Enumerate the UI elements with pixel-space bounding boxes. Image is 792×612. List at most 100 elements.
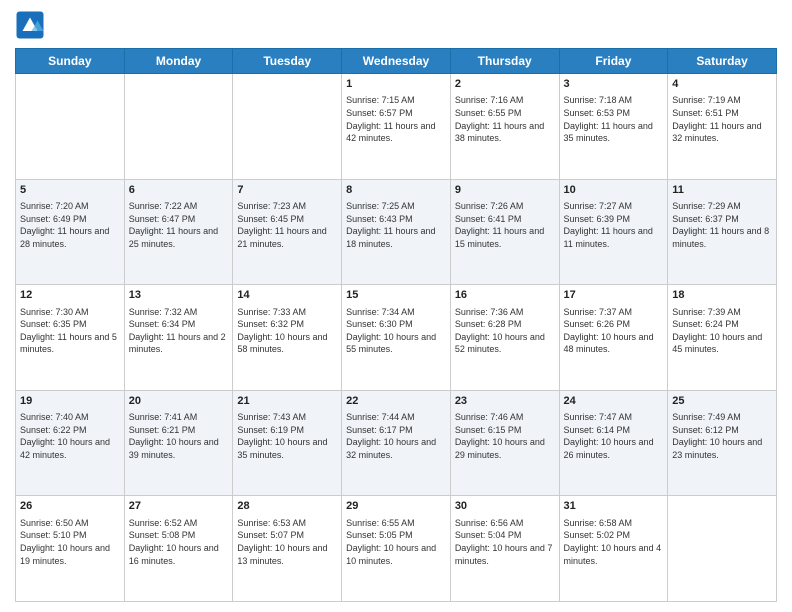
day-number: 19 <box>20 394 120 409</box>
day-cell: 30Sunrise: 6:56 AM Sunset: 5:04 PM Dayli… <box>450 496 559 602</box>
week-row-1: 5 Sunrise: 7:20 AM Sunset: 6:49 PM Daylig… <box>16 179 777 285</box>
day-number: 6 <box>129 183 229 198</box>
day-info: Sunrise: 7:33 AM Sunset: 6:32 PM Dayligh… <box>237 306 337 356</box>
week-row-0: 1 Sunrise: 7:15 AM Sunset: 6:57 PM Daylig… <box>16 74 777 180</box>
day-number: 15 <box>346 288 446 303</box>
day-number: 21 <box>237 394 337 409</box>
day-number: 31 <box>564 499 664 514</box>
day-number: 8 <box>346 183 446 198</box>
day-number: 7 <box>237 183 337 198</box>
day-cell: 11 Sunrise: 7:29 AM Sunset: 6:37 PM Dayli… <box>668 179 777 285</box>
page: SundayMondayTuesdayWednesdayThursdayFrid… <box>0 0 792 612</box>
day-number: 16 <box>455 288 555 303</box>
day-number: 25 <box>672 394 772 409</box>
day-info: Sunrise: 7:29 AM Sunset: 6:37 PM Dayligh… <box>672 200 772 250</box>
header <box>15 10 777 40</box>
logo <box>15 10 47 40</box>
day-number: 28 <box>237 499 337 514</box>
day-cell: 10 Sunrise: 7:27 AM Sunset: 6:39 PM Dayli… <box>559 179 668 285</box>
day-cell: 24 Sunrise: 7:47 AM Sunset: 6:14 PM Dayli… <box>559 390 668 496</box>
day-cell: 27 Sunrise: 6:52 AM Sunset: 5:08 PM Dayli… <box>124 496 233 602</box>
day-info: Sunrise: 7:47 AM Sunset: 6:14 PM Dayligh… <box>564 411 664 461</box>
day-cell: 8 Sunrise: 7:25 AM Sunset: 6:43 PM Daylig… <box>342 179 451 285</box>
day-number: 29 <box>346 499 446 514</box>
day-header-friday: Friday <box>559 49 668 74</box>
day-header-saturday: Saturday <box>668 49 777 74</box>
day-info: Sunrise: 7:36 AM Sunset: 6:28 PM Dayligh… <box>455 306 555 356</box>
day-info: Sunrise: 6:50 AM Sunset: 5:10 PM Dayligh… <box>20 517 120 567</box>
day-cell <box>16 74 125 180</box>
day-number: 1 <box>346 77 446 92</box>
day-number: 18 <box>672 288 772 303</box>
day-cell <box>124 74 233 180</box>
day-info: Sunrise: 7:41 AM Sunset: 6:21 PM Dayligh… <box>129 411 229 461</box>
day-cell: 16 Sunrise: 7:36 AM Sunset: 6:28 PM Dayli… <box>450 285 559 391</box>
week-row-3: 19 Sunrise: 7:40 AM Sunset: 6:22 PM Dayli… <box>16 390 777 496</box>
week-row-2: 12 Sunrise: 7:30 AM Sunset: 6:35 PM Dayli… <box>16 285 777 391</box>
day-cell: 12 Sunrise: 7:30 AM Sunset: 6:35 PM Dayli… <box>16 285 125 391</box>
day-number: 20 <box>129 394 229 409</box>
day-cell: 3Sunrise: 7:18 AM Sunset: 6:53 PM Daylig… <box>559 74 668 180</box>
day-number: 13 <box>129 288 229 303</box>
day-info: Sunrise: 6:56 AM Sunset: 5:04 PM Dayligh… <box>455 517 555 567</box>
day-number: 14 <box>237 288 337 303</box>
day-info: Sunrise: 7:34 AM Sunset: 6:30 PM Dayligh… <box>346 306 446 356</box>
logo-icon <box>15 10 45 40</box>
day-info: Sunrise: 7:44 AM Sunset: 6:17 PM Dayligh… <box>346 411 446 461</box>
day-number: 12 <box>20 288 120 303</box>
day-info: Sunrise: 7:25 AM Sunset: 6:43 PM Dayligh… <box>346 200 446 250</box>
day-number: 24 <box>564 394 664 409</box>
day-info: Sunrise: 7:27 AM Sunset: 6:39 PM Dayligh… <box>564 200 664 250</box>
day-cell: 9 Sunrise: 7:26 AM Sunset: 6:41 PM Daylig… <box>450 179 559 285</box>
day-cell: 19 Sunrise: 7:40 AM Sunset: 6:22 PM Dayli… <box>16 390 125 496</box>
day-cell: 6 Sunrise: 7:22 AM Sunset: 6:47 PM Daylig… <box>124 179 233 285</box>
day-cell: 23Sunrise: 7:46 AM Sunset: 6:15 PM Dayli… <box>450 390 559 496</box>
day-number: 23 <box>455 394 555 409</box>
day-number: 2 <box>455 77 555 92</box>
day-info: Sunrise: 6:52 AM Sunset: 5:08 PM Dayligh… <box>129 517 229 567</box>
day-cell: 20 Sunrise: 7:41 AM Sunset: 6:21 PM Dayli… <box>124 390 233 496</box>
day-info: Sunrise: 6:58 AM Sunset: 5:02 PM Dayligh… <box>564 517 664 567</box>
day-cell: 5 Sunrise: 7:20 AM Sunset: 6:49 PM Daylig… <box>16 179 125 285</box>
day-info: Sunrise: 7:40 AM Sunset: 6:22 PM Dayligh… <box>20 411 120 461</box>
day-number: 5 <box>20 183 120 198</box>
day-number: 27 <box>129 499 229 514</box>
day-cell <box>668 496 777 602</box>
day-number: 26 <box>20 499 120 514</box>
day-info: Sunrise: 7:16 AM Sunset: 6:55 PM Dayligh… <box>455 94 555 144</box>
day-cell: 1 Sunrise: 7:15 AM Sunset: 6:57 PM Daylig… <box>342 74 451 180</box>
day-cell: 29 Sunrise: 6:55 AM Sunset: 5:05 PM Dayli… <box>342 496 451 602</box>
day-number: 22 <box>346 394 446 409</box>
week-row-4: 26 Sunrise: 6:50 AM Sunset: 5:10 PM Dayli… <box>16 496 777 602</box>
day-header-monday: Monday <box>124 49 233 74</box>
day-number: 9 <box>455 183 555 198</box>
day-header-thursday: Thursday <box>450 49 559 74</box>
day-info: Sunrise: 7:26 AM Sunset: 6:41 PM Dayligh… <box>455 200 555 250</box>
day-cell: 18 Sunrise: 7:39 AM Sunset: 6:24 PM Dayli… <box>668 285 777 391</box>
day-number: 10 <box>564 183 664 198</box>
day-cell: 4 Sunrise: 7:19 AM Sunset: 6:51 PM Daylig… <box>668 74 777 180</box>
day-cell: 13Sunrise: 7:32 AM Sunset: 6:34 PM Dayli… <box>124 285 233 391</box>
day-cell: 14 Sunrise: 7:33 AM Sunset: 6:32 PM Dayli… <box>233 285 342 391</box>
day-info: Sunrise: 7:39 AM Sunset: 6:24 PM Dayligh… <box>672 306 772 356</box>
day-header-tuesday: Tuesday <box>233 49 342 74</box>
day-info: Sunrise: 7:20 AM Sunset: 6:49 PM Dayligh… <box>20 200 120 250</box>
day-number: 3 <box>564 77 664 92</box>
calendar: SundayMondayTuesdayWednesdayThursdayFrid… <box>15 48 777 602</box>
day-number: 17 <box>564 288 664 303</box>
day-number: 4 <box>672 77 772 92</box>
day-cell: 7 Sunrise: 7:23 AM Sunset: 6:45 PM Daylig… <box>233 179 342 285</box>
day-info: Sunrise: 7:19 AM Sunset: 6:51 PM Dayligh… <box>672 94 772 144</box>
day-cell: 31 Sunrise: 6:58 AM Sunset: 5:02 PM Dayli… <box>559 496 668 602</box>
day-info: Sunrise: 7:49 AM Sunset: 6:12 PM Dayligh… <box>672 411 772 461</box>
day-cell: 2 Sunrise: 7:16 AM Sunset: 6:55 PM Daylig… <box>450 74 559 180</box>
day-info: Sunrise: 7:37 AM Sunset: 6:26 PM Dayligh… <box>564 306 664 356</box>
day-info: Sunrise: 7:22 AM Sunset: 6:47 PM Dayligh… <box>129 200 229 250</box>
day-info: Sunrise: 7:43 AM Sunset: 6:19 PM Dayligh… <box>237 411 337 461</box>
day-info: Sunrise: 7:15 AM Sunset: 6:57 PM Dayligh… <box>346 94 446 144</box>
day-number: 11 <box>672 183 772 198</box>
day-cell: 26 Sunrise: 6:50 AM Sunset: 5:10 PM Dayli… <box>16 496 125 602</box>
day-info: Sunrise: 6:55 AM Sunset: 5:05 PM Dayligh… <box>346 517 446 567</box>
day-info: Sunrise: 7:23 AM Sunset: 6:45 PM Dayligh… <box>237 200 337 250</box>
day-info: Sunrise: 7:30 AM Sunset: 6:35 PM Dayligh… <box>20 306 120 356</box>
